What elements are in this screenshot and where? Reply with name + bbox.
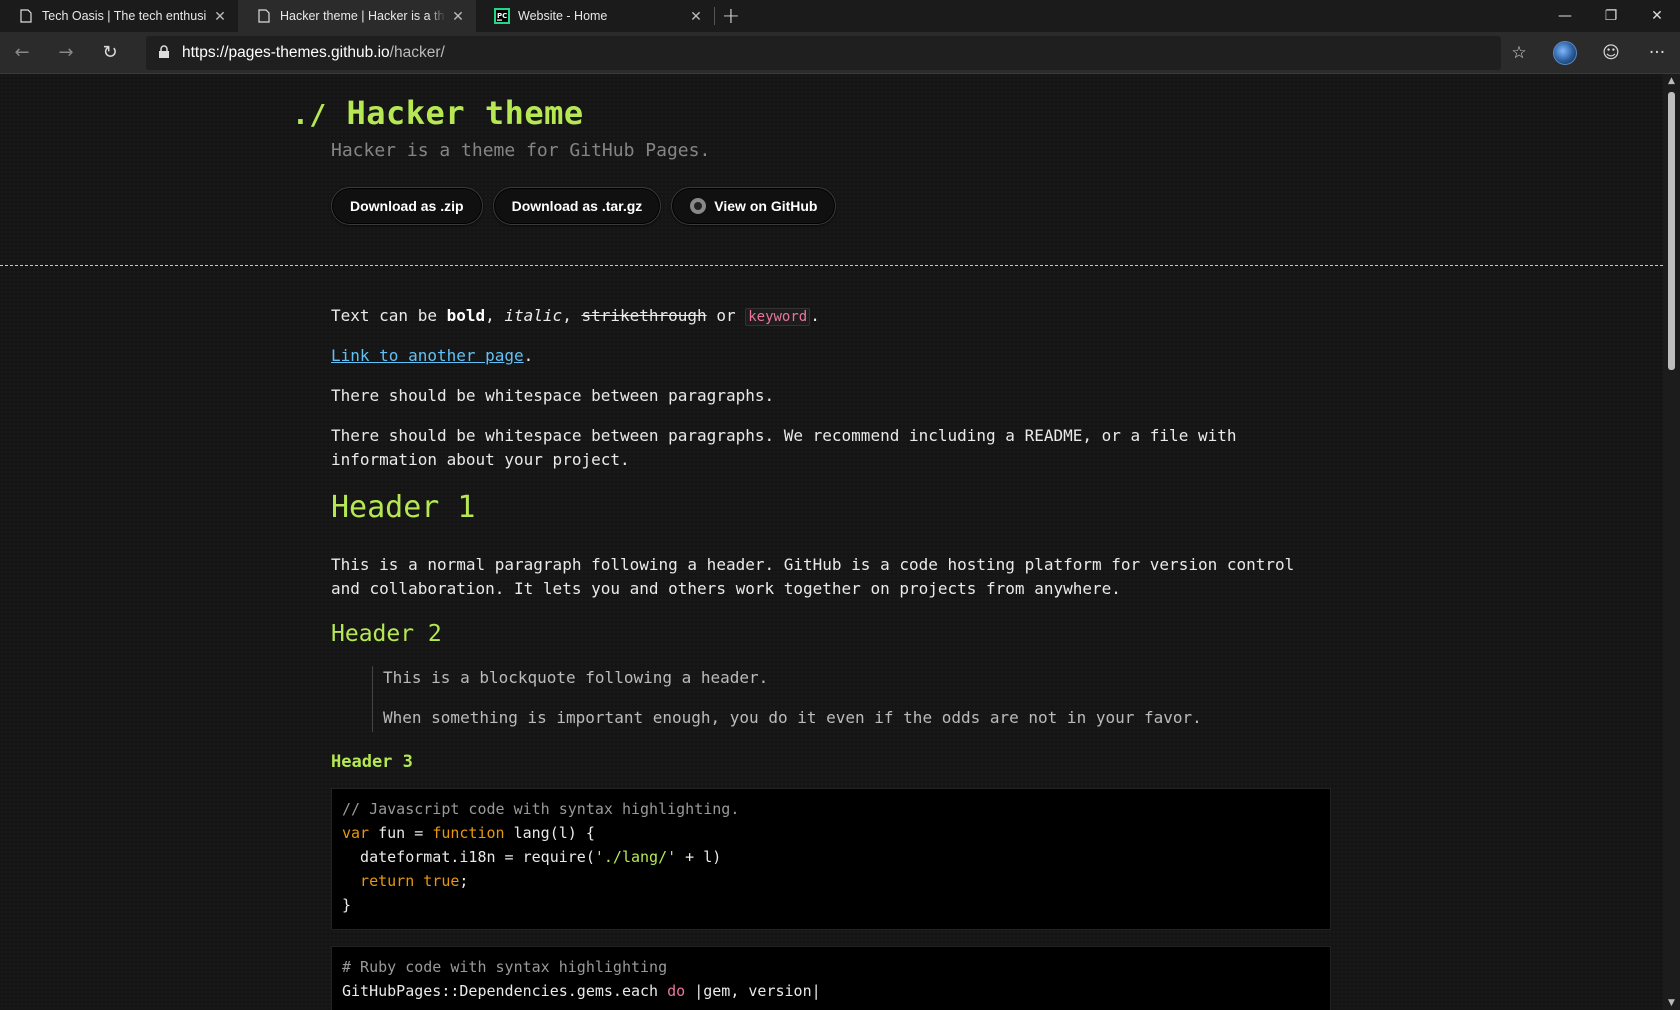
page-icon bbox=[256, 8, 272, 24]
header-1: Header 1 bbox=[331, 490, 476, 525]
download-zip-button[interactable]: Download as .zip bbox=[331, 187, 483, 225]
favorite-star-icon[interactable]: ☆ bbox=[1496, 32, 1542, 74]
url-text: https://pages-themes.github.io/hacker/ bbox=[182, 44, 445, 62]
tab-bar: Tech Oasis | The tech enthusiasts ✕ Hack… bbox=[0, 0, 1680, 32]
paragraph-normal-line1: This is a normal paragraph following a h… bbox=[331, 555, 1295, 574]
paragraph-normal-line2: and collaboration. It lets you and other… bbox=[331, 579, 1121, 598]
tab-title: Website - Home bbox=[518, 9, 608, 23]
paragraph-text-styles: Text can be bold, italic, strikethrough … bbox=[331, 306, 820, 326]
site-tagline: Hacker is a theme for GitHub Pages. bbox=[331, 140, 711, 161]
feedback-smiley-icon[interactable]: ☺ bbox=[1588, 32, 1634, 74]
code-line: # Ruby code with syntax highlighting bbox=[342, 958, 668, 976]
pycharm-icon: PC bbox=[494, 8, 510, 24]
code-line: } bbox=[342, 896, 352, 914]
profile-avatar[interactable] bbox=[1542, 32, 1588, 74]
code-line: return true; bbox=[342, 872, 469, 890]
strikethrough-text: strikethrough bbox=[581, 306, 707, 325]
back-button[interactable]: ← bbox=[0, 32, 44, 74]
tab-hacker-theme[interactable]: Hacker theme | Hacker is a theme ✕ bbox=[238, 0, 476, 32]
download-tar-button[interactable]: Download as .tar.gz bbox=[492, 187, 662, 225]
code-line: var fun = function lang(l) { bbox=[342, 824, 595, 842]
minimize-button[interactable]: — bbox=[1542, 0, 1588, 32]
window-controls: — ❐ ✕ bbox=[1542, 0, 1680, 32]
svg-text:PC: PC bbox=[497, 12, 507, 20]
header-2: Header 2 bbox=[331, 621, 442, 647]
scroll-up-arrow-icon[interactable]: ▲ bbox=[1663, 76, 1680, 86]
paragraph-readme-line2: information about your project. bbox=[331, 450, 630, 469]
site-title-prefix: ./ bbox=[292, 98, 327, 131]
more-menu-icon[interactable]: ··· bbox=[1634, 32, 1680, 74]
code-line: dateformat.i18n = require('./lang/' + l) bbox=[342, 848, 722, 866]
page-viewport: ./ Hacker theme Hacker is a theme for Gi… bbox=[0, 74, 1663, 1010]
navigation-bar: ← → ↻ https://pages-themes.github.io/hac… bbox=[0, 32, 1680, 74]
close-icon[interactable]: ✕ bbox=[450, 8, 466, 25]
blockquote-line1: This is a blockquote following a header. bbox=[383, 668, 769, 687]
paragraph-readme-line1: There should be whitespace between parag… bbox=[331, 426, 1237, 445]
view-on-github-button[interactable]: View on GitHub bbox=[671, 187, 837, 225]
page-icon bbox=[18, 8, 34, 24]
refresh-button[interactable]: ↻ bbox=[88, 32, 132, 74]
bold-text: bold bbox=[446, 306, 486, 325]
header-3: Header 3 bbox=[331, 752, 413, 772]
scroll-thumb[interactable] bbox=[1668, 92, 1675, 370]
github-icon bbox=[690, 198, 707, 214]
page-scrollbar[interactable]: ▲ ▼ bbox=[1663, 74, 1680, 1010]
code-line: // Javascript code with syntax highlight… bbox=[342, 800, 740, 818]
site-header: ./ Hacker theme Hacker is a theme for Gi… bbox=[0, 74, 1663, 266]
new-tab-button[interactable]: + bbox=[715, 0, 747, 32]
scroll-down-arrow-icon[interactable]: ▼ bbox=[1663, 998, 1680, 1008]
italic-text: italic bbox=[504, 306, 563, 325]
blockquote: This is a blockquote following a header.… bbox=[372, 666, 1283, 732]
close-window-button[interactable]: ✕ bbox=[1634, 0, 1680, 32]
paragraph-whitespace: There should be whitespace between parag… bbox=[331, 386, 775, 405]
code-line: GitHubPages::Dependencies.gems.each do |… bbox=[342, 982, 821, 1000]
blockquote-line2: When something is important enough, you … bbox=[383, 708, 1202, 727]
tab-tech-oasis[interactable]: Tech Oasis | The tech enthusiasts ✕ bbox=[0, 0, 238, 32]
tab-website-home[interactable]: PC Website - Home ✕ bbox=[476, 0, 714, 32]
link-another-page[interactable]: Link to another page bbox=[331, 346, 524, 365]
avatar bbox=[1553, 41, 1577, 65]
code-block-ruby: # Ruby code with syntax highlighting Git… bbox=[331, 946, 1331, 1010]
site-title-text: Hacker theme bbox=[346, 94, 584, 132]
download-buttons: Download as .zip Download as .tar.gz Vie… bbox=[331, 187, 837, 225]
address-bar[interactable]: https://pages-themes.github.io/hacker/ bbox=[146, 36, 1501, 70]
lock-icon[interactable] bbox=[158, 44, 170, 63]
forward-button[interactable]: → bbox=[44, 32, 88, 74]
code-block-javascript: // Javascript code with syntax highlight… bbox=[331, 788, 1331, 930]
keyword-code: keyword bbox=[745, 308, 811, 326]
url-path: /hacker/ bbox=[389, 44, 445, 61]
view-on-github-label: View on GitHub bbox=[714, 198, 818, 214]
restore-button[interactable]: ❐ bbox=[1588, 0, 1634, 32]
url-host: https://pages-themes.github.io bbox=[182, 44, 390, 61]
close-icon[interactable]: ✕ bbox=[212, 8, 228, 25]
paragraph-link: Link to another page. bbox=[331, 346, 534, 365]
tab-title: Hacker theme | Hacker is a theme bbox=[280, 9, 444, 23]
toolbar-right: ☆ ☺ ··· bbox=[1496, 32, 1680, 74]
close-icon[interactable]: ✕ bbox=[688, 8, 704, 25]
site-title[interactable]: ./ Hacker theme bbox=[292, 94, 584, 132]
tab-title: Tech Oasis | The tech enthusiasts bbox=[42, 9, 206, 23]
